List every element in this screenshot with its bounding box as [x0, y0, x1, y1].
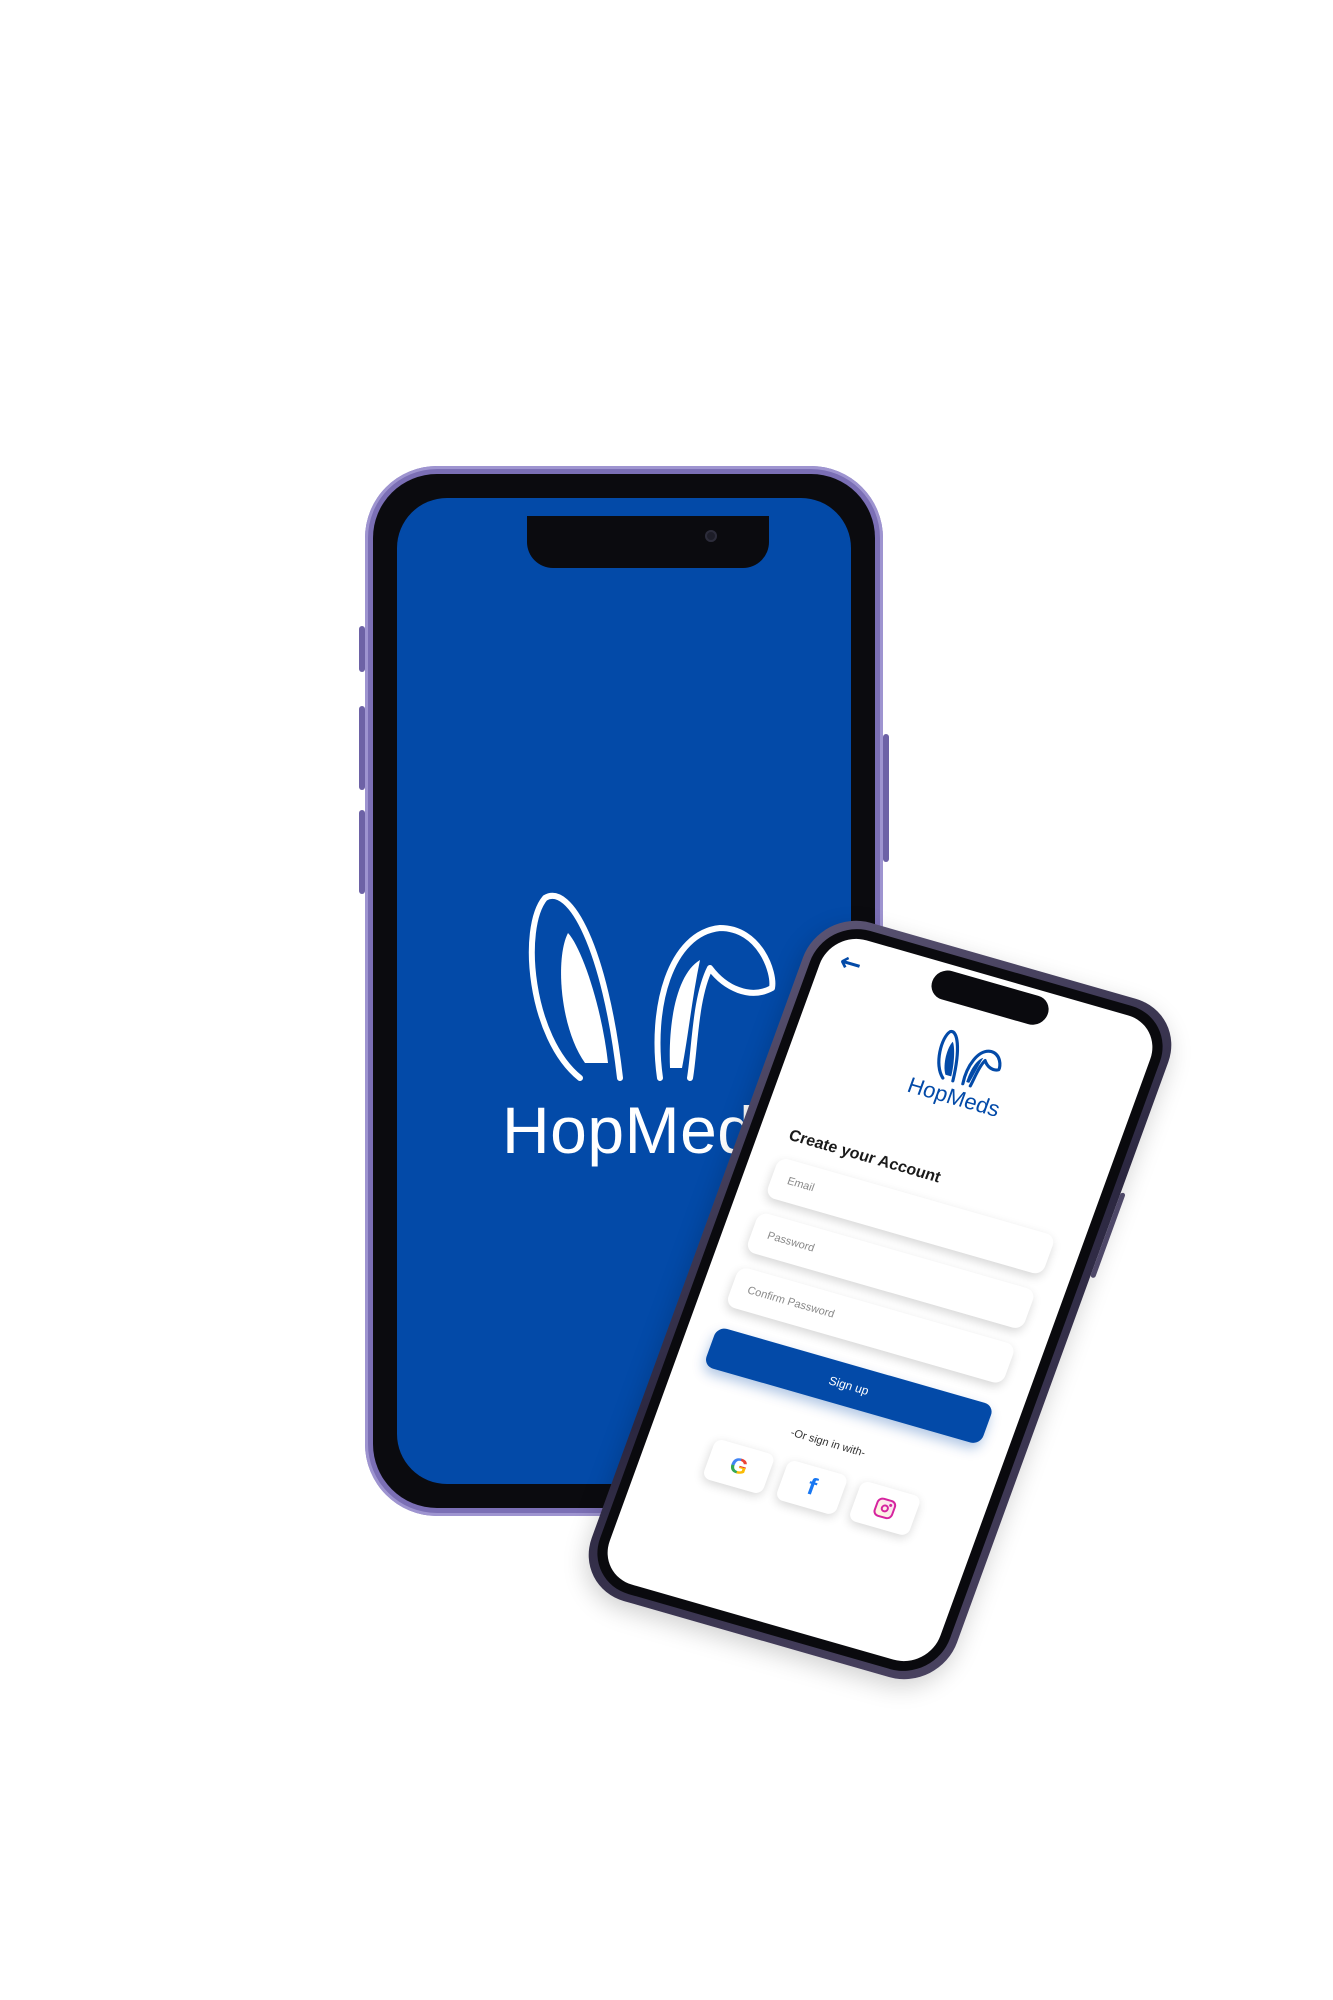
facebook-login-button[interactable]: f [774, 1459, 849, 1516]
facebook-icon: f [803, 1473, 821, 1501]
power-button [883, 734, 889, 862]
instagram-icon [871, 1496, 898, 1521]
google-icon: G [726, 1451, 752, 1481]
google-login-button[interactable]: G [701, 1438, 776, 1495]
arrow-left-icon[interactable]: ← [835, 947, 866, 981]
volume-down-button [359, 810, 365, 894]
bunny-ears-icon [528, 893, 776, 1081]
camera-icon [705, 530, 717, 542]
instagram-login-button[interactable] [847, 1480, 922, 1537]
phone-notch [527, 516, 769, 568]
volume-up-button [359, 706, 365, 790]
silent-switch [359, 626, 365, 672]
signup-logo: HopMeds [784, 989, 1141, 1157]
